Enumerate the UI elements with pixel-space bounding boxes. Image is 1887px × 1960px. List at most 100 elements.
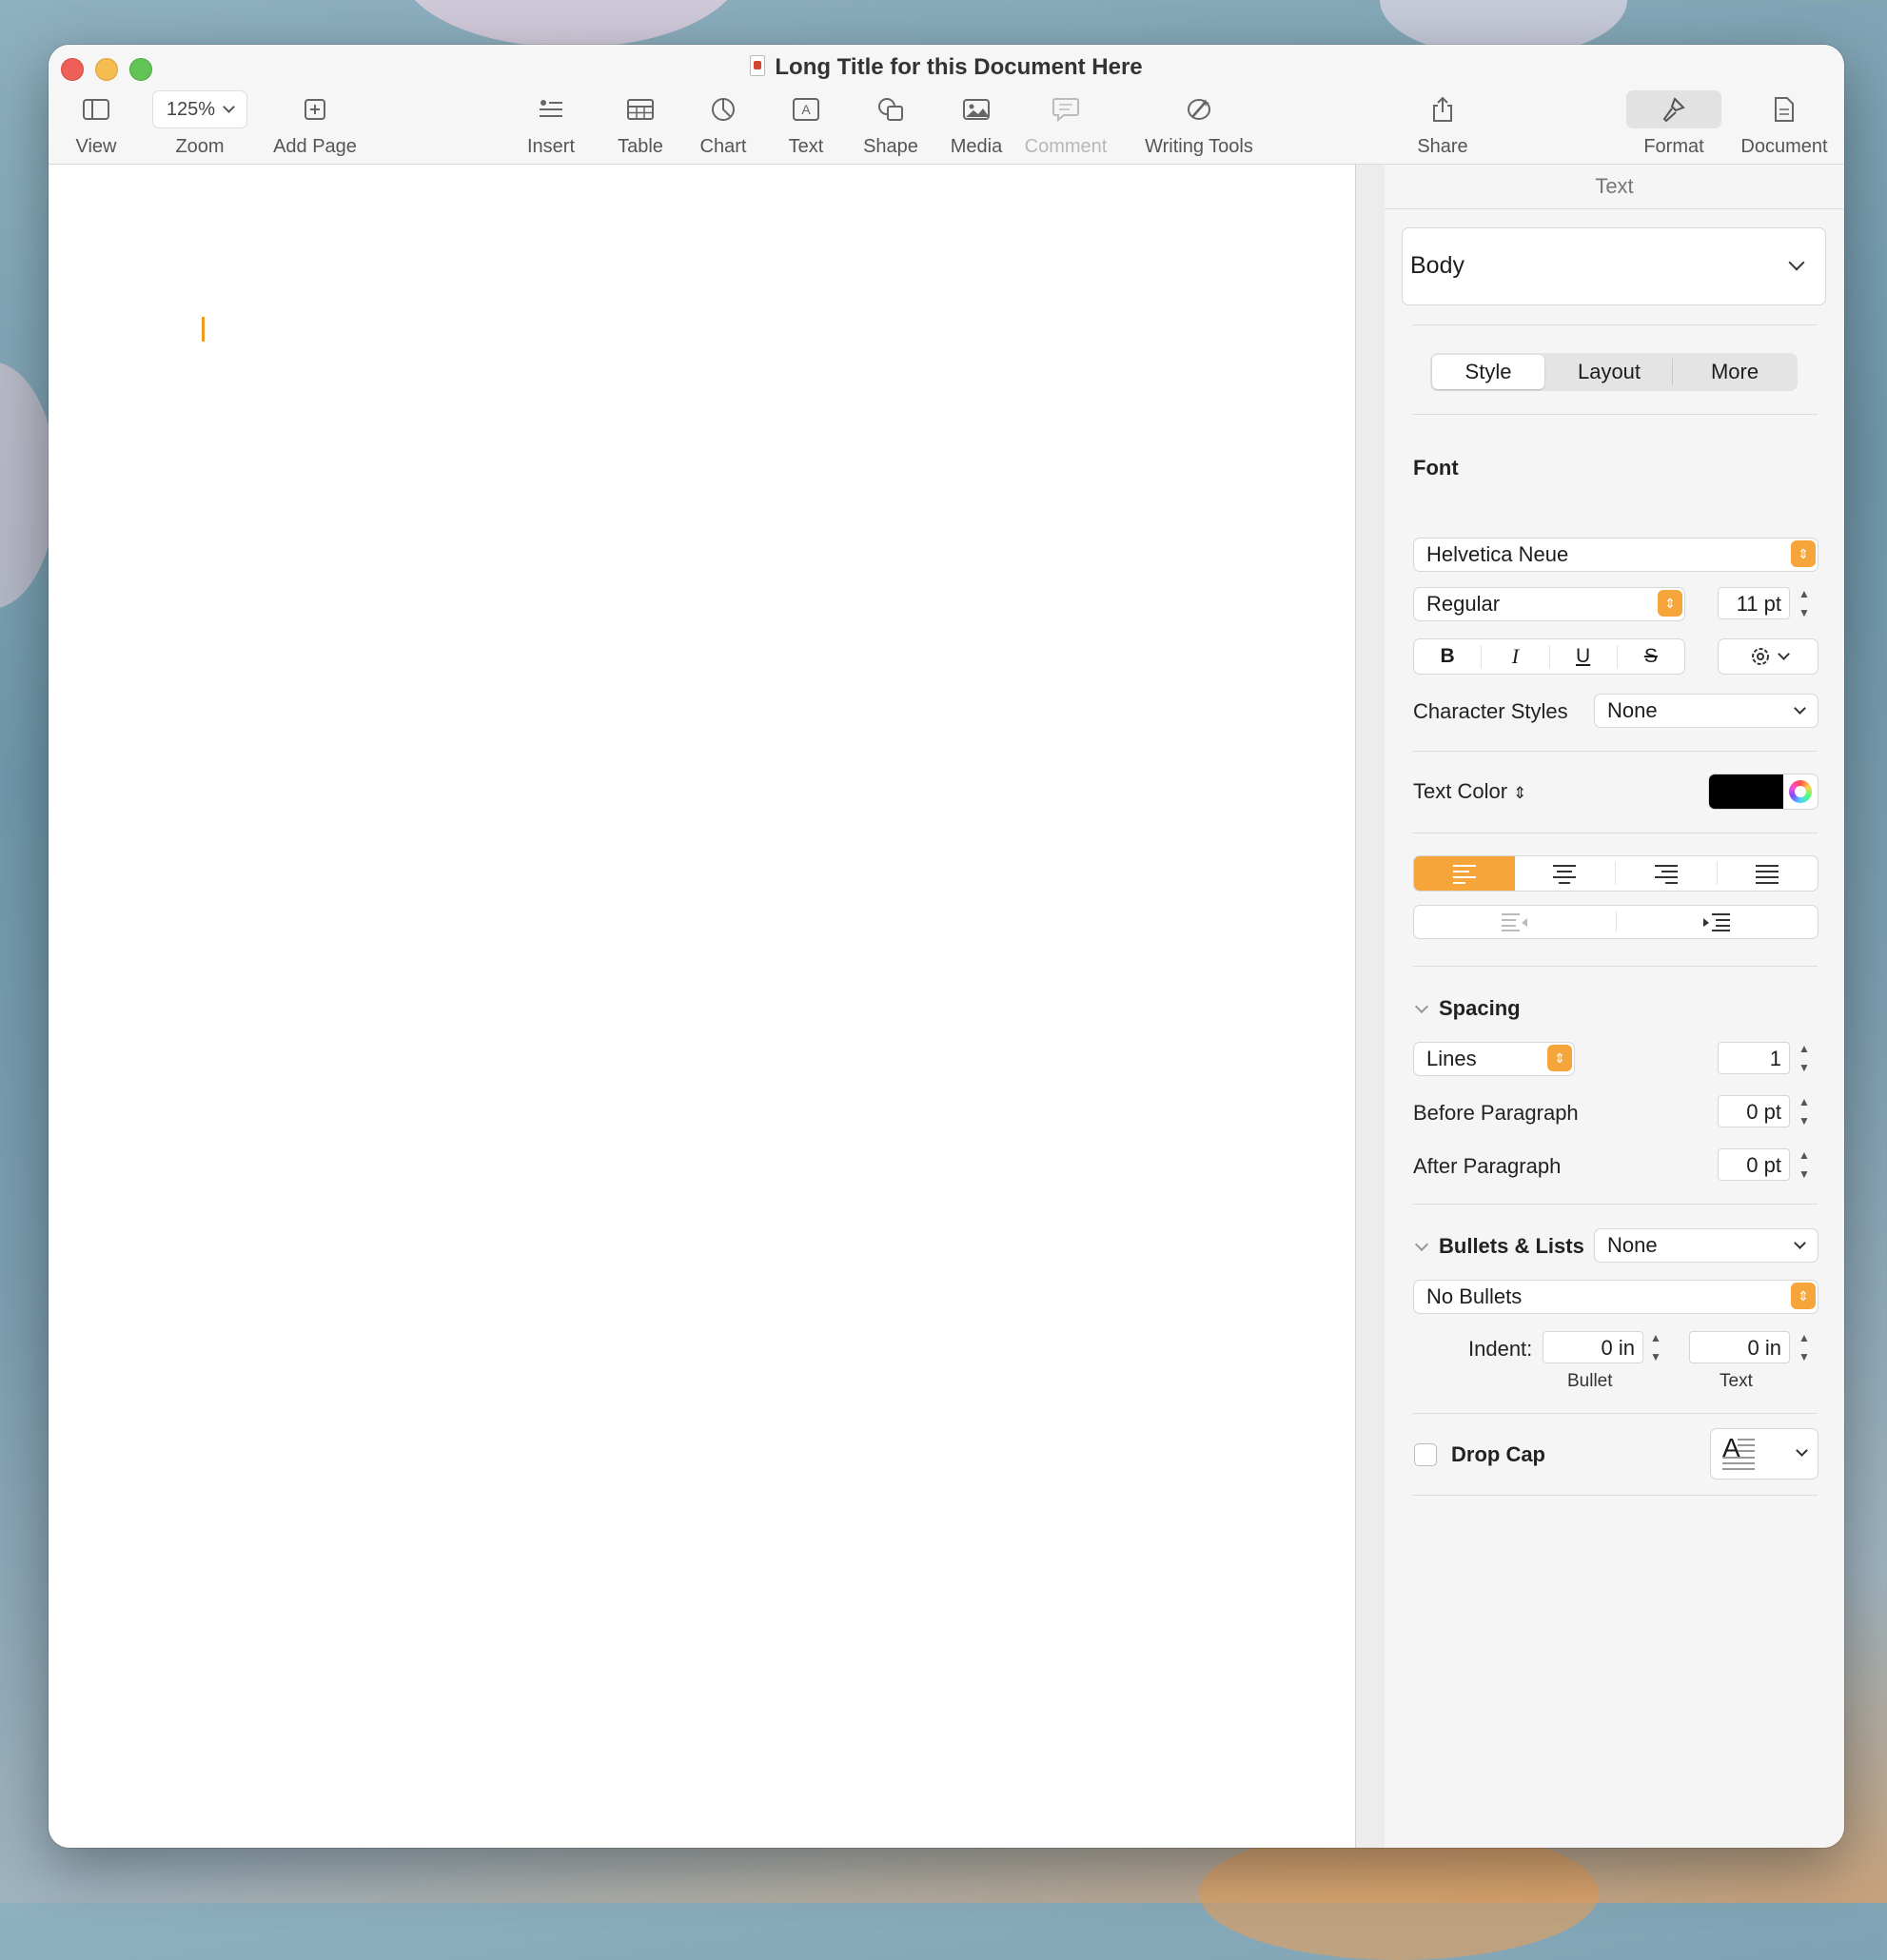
align-left-icon [1452, 865, 1476, 884]
line-spacing-stepper[interactable]: ▲ ▼ [1796, 1042, 1813, 1074]
writing-tools-label: Writing Tools [1145, 136, 1253, 157]
character-styles-dropdown[interactable]: None [1594, 694, 1818, 728]
increase-indent-icon [1703, 913, 1731, 931]
paragraph-style-value: Body [1410, 252, 1464, 279]
spacing-heading[interactable]: Spacing [1439, 996, 1521, 1021]
font-size-stepper[interactable]: ▲ ▼ [1796, 587, 1813, 619]
justify-icon [1756, 865, 1779, 884]
font-weight-popup[interactable]: Regular ⇕ [1413, 587, 1685, 621]
after-paragraph-stepper[interactable]: ▲ ▼ [1796, 1148, 1813, 1181]
align-right-icon [1654, 865, 1678, 884]
font-weight-value: Regular [1426, 592, 1501, 616]
format-button-bg [1626, 90, 1721, 128]
text-box-button[interactable]: A Text [777, 92, 835, 158]
line-spacing-field[interactable]: 1 [1718, 1042, 1790, 1074]
align-center-icon [1553, 865, 1577, 884]
list-style-dropdown[interactable]: None [1594, 1228, 1818, 1263]
chart-button[interactable]: Chart [695, 92, 752, 158]
bullet-type-value: No Bullets [1426, 1284, 1523, 1308]
zoom-dropdown[interactable]: 125% [151, 90, 248, 128]
bullet-indent-caption: Bullet [1567, 1371, 1613, 1391]
text-indent-stepper[interactable]: ▲ ▼ [1796, 1331, 1813, 1363]
text-indent-field[interactable]: 0 in [1689, 1331, 1790, 1363]
align-left-button[interactable] [1414, 856, 1515, 891]
before-paragraph-stepper[interactable]: ▲ ▼ [1796, 1095, 1813, 1127]
document-icon [750, 55, 766, 76]
svg-text:A: A [801, 102, 811, 117]
text-style-buttons: B I U S [1413, 638, 1685, 675]
before-paragraph-field[interactable]: 0 pt [1718, 1095, 1790, 1127]
text-options-button[interactable] [1718, 638, 1818, 675]
shape-button[interactable]: Shape [857, 92, 924, 158]
increase-indent-button[interactable] [1617, 906, 1818, 938]
divider [1413, 414, 1818, 415]
drop-cap-style-popup[interactable]: A [1710, 1428, 1818, 1480]
divider [1413, 751, 1818, 752]
toolbar: Long Title for this Document Here View 1… [49, 45, 1844, 165]
window-title: Long Title for this Document Here [49, 54, 1844, 81]
comment-button[interactable]: Comment [1018, 92, 1113, 158]
bullets-lists-heading[interactable]: Bullets & Lists [1439, 1234, 1584, 1259]
document-button[interactable]: Document [1732, 92, 1837, 158]
divider [1413, 1413, 1818, 1414]
justify-button[interactable] [1718, 856, 1818, 891]
wallpaper-petal [400, 0, 742, 48]
tab-layout[interactable]: Layout [1546, 359, 1673, 385]
drop-cap-preview-icon [1722, 1439, 1755, 1470]
canvas-scroll-gutter [1355, 165, 1386, 1848]
insert-button[interactable]: Insert [518, 92, 584, 158]
bullet-indent-field[interactable]: 0 in [1543, 1331, 1643, 1363]
align-right-button[interactable] [1616, 862, 1718, 885]
share-icon [1433, 96, 1452, 122]
view-button[interactable]: View [68, 92, 125, 158]
media-button[interactable]: Media [943, 92, 1010, 158]
disclosure-triangle-icon[interactable] [1414, 999, 1429, 1014]
chevron-down-icon [1788, 254, 1805, 271]
shape-label: Shape [863, 136, 918, 157]
text-label: Text [788, 136, 824, 157]
zoom-control[interactable]: 125% Zoom [147, 90, 252, 158]
drop-cap-checkbox[interactable] [1414, 1443, 1437, 1466]
chevron-down-icon [223, 101, 235, 113]
strikethrough-button[interactable]: S [1618, 645, 1684, 668]
document-canvas[interactable] [49, 165, 1355, 1848]
share-button[interactable]: Share [1409, 92, 1476, 158]
before-paragraph-label: Before Paragraph [1413, 1101, 1579, 1125]
underline-button[interactable]: U [1550, 645, 1618, 668]
bold-button[interactable]: B [1414, 645, 1483, 668]
share-label: Share [1417, 136, 1468, 157]
text-color-well[interactable] [1708, 774, 1818, 810]
format-inspector: Text Body Style Layout More Font Helveti… [1385, 165, 1844, 1848]
zoom-label: Zoom [175, 136, 225, 157]
after-paragraph-field[interactable]: 0 pt [1718, 1148, 1790, 1181]
tab-style[interactable]: Style [1432, 355, 1544, 389]
align-center-button[interactable] [1515, 862, 1616, 885]
disclosure-triangle-icon[interactable] [1414, 1237, 1429, 1252]
font-heading: Font [1413, 456, 1459, 480]
list-style-value: None [1607, 1233, 1658, 1257]
add-page-label: Add Page [273, 136, 357, 157]
text-color-label: Text Color ⇕ [1413, 779, 1526, 804]
format-label: Format [1643, 136, 1704, 157]
writing-tools-button[interactable]: Writing Tools [1132, 92, 1266, 158]
paragraph-style-dropdown[interactable]: Body [1402, 227, 1826, 305]
add-page-button[interactable]: Add Page [267, 92, 363, 158]
tab-more[interactable]: More [1673, 353, 1797, 391]
bullet-type-popup[interactable]: No Bullets ⇕ [1413, 1280, 1818, 1314]
decrease-indent-button[interactable] [1414, 911, 1617, 932]
sidebar-icon [83, 99, 109, 120]
font-size-field[interactable]: 11 pt [1718, 587, 1790, 619]
photo-icon [963, 99, 990, 120]
format-button[interactable]: Format [1626, 90, 1721, 158]
font-family-popup[interactable]: Helvetica Neue ⇕ [1413, 538, 1818, 572]
divider [1413, 1495, 1818, 1496]
table-button[interactable]: Table [612, 92, 669, 158]
italic-button[interactable]: I [1482, 645, 1550, 668]
table-label: Table [618, 136, 663, 157]
bullet-indent-stepper[interactable]: ▲ ▼ [1647, 1331, 1664, 1363]
color-wheel-icon[interactable] [1789, 780, 1812, 803]
inspector-header: Text [1385, 165, 1844, 209]
spacing-mode-popup[interactable]: Lines ⇕ [1413, 1042, 1575, 1076]
shape-icon [878, 98, 903, 121]
up-down-arrows-icon: ⇕ [1791, 1283, 1816, 1309]
